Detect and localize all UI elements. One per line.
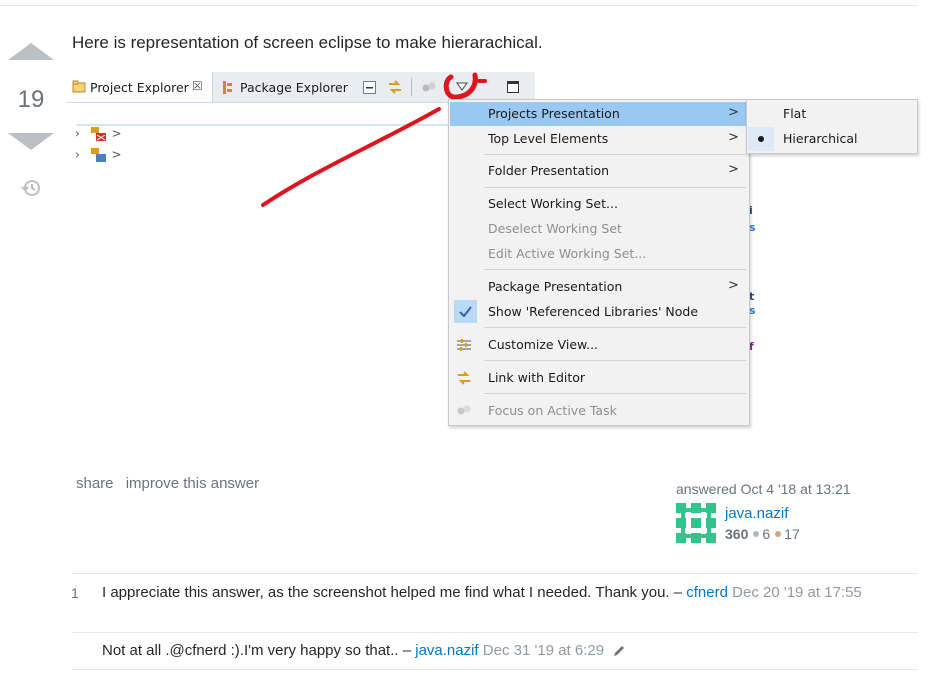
user-signature: answered Oct 4 '18 at 13:21 java.nazif 3…: [672, 478, 872, 548]
submenu-item-flat[interactable]: Flat: [748, 102, 916, 126]
comment-divider: [72, 669, 918, 670]
silver-badge-count: 6: [762, 526, 771, 542]
menu-separator: [484, 154, 746, 155]
comment-date[interactable]: Dec 20 '19 at 17:55: [732, 584, 862, 601]
customize-view-icon: [457, 339, 471, 351]
menu-item-label: Customize View...: [488, 337, 599, 352]
menu-item-label: Folder Presentation: [488, 163, 610, 178]
answer-text: Here is representation of screen eclipse…: [72, 33, 543, 52]
comment-divider: [72, 632, 918, 633]
comment-user-link[interactable]: java.nazif: [415, 642, 478, 659]
menu-item-label: Focus on Active Task: [488, 403, 617, 418]
menu-item-edit-active-working-set: Edit Active Working Set...: [450, 242, 748, 266]
top-divider: [0, 5, 918, 6]
menu-item-label: Projects Presentation: [488, 106, 620, 121]
answered-time: answered Oct 4 '18 at 13:21: [676, 481, 851, 497]
projects-presentation-submenu: Flat Hierarchical: [746, 99, 918, 154]
menu-item-label: Top Level Elements: [488, 131, 609, 146]
view-menu: Projects Presentation > Top Level Elemen…: [448, 99, 750, 426]
submenu-arrow-icon: >: [728, 278, 739, 293]
comment-text: Not at all .@cfnerd :).I'm very happy so…: [102, 642, 412, 659]
menu-item-top-level-elements[interactable]: Top Level Elements >: [450, 127, 748, 151]
menu-item-folder-presentation[interactable]: Folder Presentation >: [450, 159, 748, 183]
menu-item-select-working-set[interactable]: Select Working Set...: [450, 192, 748, 216]
menu-item-label: Package Presentation: [488, 279, 623, 294]
comment-score: 1: [71, 585, 79, 601]
menu-item-link-with-editor[interactable]: Link with Editor: [450, 366, 748, 390]
menu-separator: [484, 187, 746, 188]
silver-badge-icon: [753, 531, 760, 538]
user-stats: 360 6 17: [725, 526, 800, 542]
avatar[interactable]: [676, 503, 716, 543]
menu-separator: [484, 327, 746, 328]
comment-date[interactable]: Dec 31 '19 at 6:29: [483, 642, 604, 659]
user-name-link[interactable]: java.nazif: [725, 505, 788, 522]
eclipse-screenshot: Project Explorer ☒ Package Explorer › > …: [67, 69, 919, 439]
menu-item-projects-presentation[interactable]: Projects Presentation >: [450, 102, 748, 126]
menu-item-label: Deselect Working Set: [488, 221, 622, 236]
radio-dot-icon: [758, 136, 764, 142]
menu-item-package-presentation[interactable]: Package Presentation >: [450, 275, 748, 299]
comment: Not at all .@cfnerd :).I'm very happy so…: [102, 640, 892, 661]
comment-divider: [72, 573, 918, 574]
radio-selected-box: [748, 127, 774, 151]
checkmark-icon: [459, 306, 472, 317]
menu-item-customize-view[interactable]: Customize View...: [450, 333, 748, 357]
upvote-arrow-icon[interactable]: [8, 43, 54, 60]
history-icon[interactable]: [21, 178, 41, 198]
menu-item-focus-active-task: Focus on Active Task: [450, 399, 748, 423]
red-annotation-arrow: [261, 72, 487, 207]
comment-user-link[interactable]: cfnerd: [686, 584, 728, 601]
maximize-icon: [507, 81, 519, 93]
submenu-item-label: Flat: [783, 106, 807, 121]
checkmark-box: [454, 300, 477, 323]
focus-task-icon: [457, 405, 471, 415]
downvote-arrow-icon[interactable]: [8, 133, 54, 150]
menu-item-deselect-working-set: Deselect Working Set: [450, 217, 748, 241]
submenu-arrow-icon: >: [728, 130, 739, 145]
bronze-badge-icon: [775, 531, 782, 538]
menu-separator: [484, 393, 746, 394]
comment-text: I appreciate this answer, as the screens…: [102, 584, 683, 601]
menu-item-label: Link with Editor: [488, 370, 586, 385]
improve-answer-link[interactable]: improve this answer: [126, 475, 259, 492]
post-menu: share improve this answer: [76, 475, 267, 492]
menu-item-label: Edit Active Working Set...: [488, 246, 647, 261]
link-editor-icon: [458, 371, 470, 385]
menu-item-show-referenced-libraries[interactable]: Show 'Referenced Libraries' Node: [450, 300, 748, 324]
submenu-item-label: Hierarchical: [783, 131, 858, 146]
menu-separator: [484, 269, 746, 270]
menu-item-label: Select Working Set...: [488, 196, 618, 211]
edit-pencil-icon[interactable]: [612, 644, 626, 658]
submenu-arrow-icon: >: [728, 162, 739, 177]
menu-separator: [484, 360, 746, 361]
menu-item-label: Show 'Referenced Libraries' Node: [488, 304, 699, 319]
answer-score: 19: [17, 86, 45, 113]
share-link[interactable]: share: [76, 475, 114, 492]
submenu-item-hierarchical[interactable]: Hierarchical: [748, 127, 916, 151]
submenu-arrow-icon: >: [728, 105, 739, 120]
comment: I appreciate this answer, as the screens…: [102, 582, 892, 603]
reputation-score: 360: [725, 526, 749, 542]
bronze-badge-count: 17: [784, 526, 800, 542]
